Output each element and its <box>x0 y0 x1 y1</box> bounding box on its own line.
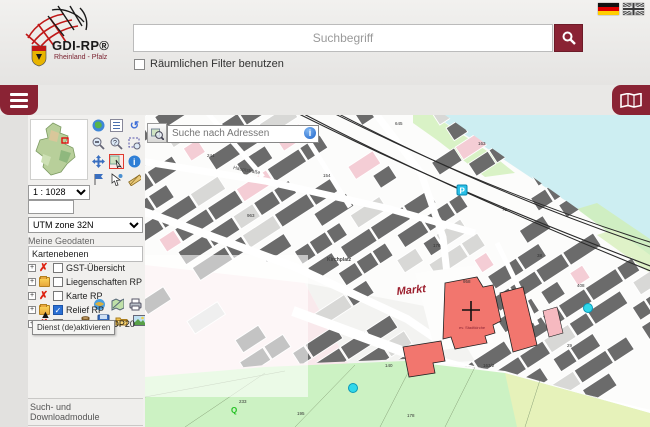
svg-text:?: ? <box>113 140 117 147</box>
service-folder-icon[interactable] <box>39 277 50 287</box>
german-flag-icon[interactable] <box>598 3 619 15</box>
svg-text:i: i <box>133 157 136 167</box>
street-label-kirchplatz: Kirchplatz <box>327 257 352 263</box>
svg-text:38: 38 <box>537 253 543 258</box>
layer-checkbox[interactable]: ✓ <box>53 305 63 315</box>
zoom-out-icon[interactable] <box>91 136 106 151</box>
hamburger-menu-button[interactable] <box>0 85 38 115</box>
church-label: ev. Stadtkirche <box>459 325 486 330</box>
hamburger-icon <box>10 93 28 96</box>
service-inactive-icon[interactable] <box>39 291 50 301</box>
scale-row: 1 : 1028 <box>28 182 90 200</box>
expand-icon[interactable]: + <box>28 278 36 286</box>
svg-text:163/2: 163/2 <box>483 363 495 368</box>
map-book-icon <box>620 93 642 108</box>
address-search-input[interactable] <box>167 125 319 143</box>
info-icon[interactable]: i <box>127 154 142 169</box>
layer-label: Relief RP <box>66 305 104 315</box>
scale-select[interactable]: 1 : 1028 <box>28 185 90 200</box>
faded-extent-overlay <box>145 255 308 397</box>
poi-marker[interactable] <box>584 304 593 313</box>
svg-text:958: 958 <box>463 279 471 284</box>
feature-info-pointer-icon[interactable] <box>109 154 124 169</box>
svg-text:195: 195 <box>297 411 305 416</box>
english-flag-icon[interactable] <box>623 3 644 15</box>
logo-subtitle: Rheinland - Pfalz <box>54 54 107 61</box>
svg-text:408: 408 <box>577 283 585 288</box>
layer-checkbox[interactable] <box>53 263 63 273</box>
zoom-help-icon[interactable]: ? <box>109 136 124 151</box>
expand-icon[interactable]: + <box>28 306 36 314</box>
layer-checkbox[interactable] <box>53 277 63 287</box>
layer-checkbox[interactable] <box>53 291 63 301</box>
svg-text:244: 244 <box>207 153 215 158</box>
coat-of-arms <box>32 46 46 66</box>
select-arrow-icon[interactable] <box>109 172 124 187</box>
poi-marker[interactable] <box>349 384 358 393</box>
svg-text:176: 176 <box>433 243 441 248</box>
flag-marker-icon[interactable] <box>91 172 106 187</box>
address-search-bar: i <box>147 123 319 143</box>
global-search <box>133 24 553 52</box>
download-modules-label[interactable]: Such- und Downloadmodule <box>28 398 143 426</box>
layer-row-liegenschaften[interactable]: + Liegenschaften RP <box>28 275 145 289</box>
service-inactive-icon[interactable] <box>39 263 50 273</box>
expand-icon[interactable]: + <box>28 292 36 300</box>
map-viewport[interactable]: ev. Stadtkirche Markt Hauptstraße Kirchp… <box>145 115 650 427</box>
layer-label: Liegenschaften RP <box>66 277 142 287</box>
projection-select[interactable]: UTM zone 32N <box>28 217 143 233</box>
zoom-box-icon[interactable] <box>127 136 142 151</box>
my-geodata-label: Meine Geodaten <box>28 236 95 246</box>
svg-text:178: 178 <box>407 413 415 418</box>
coordinate-input[interactable] <box>28 200 74 214</box>
map-panel-tab[interactable] <box>612 85 650 115</box>
spatial-filter-row: Räumlichen Filter benutzen <box>134 58 284 70</box>
svg-text:163: 163 <box>478 141 486 146</box>
cadastral-map: ev. Stadtkirche Markt Hauptstraße Kirchp… <box>145 115 650 427</box>
gdi-rp-logo: GDI-RP® Rheinland - Pfalz <box>14 4 129 82</box>
layer-row-karte[interactable]: + Karte RP <box>28 289 145 303</box>
left-sidebar: ↺ ? i 1 : 1028 <box>0 115 145 427</box>
history-back-icon[interactable]: ↺ <box>127 118 142 133</box>
address-search-button[interactable] <box>147 123 167 143</box>
svg-text:154: 154 <box>323 173 331 178</box>
svg-text:P: P <box>460 187 466 196</box>
svg-text:140: 140 <box>385 363 393 368</box>
spatial-filter-checkbox[interactable] <box>134 59 145 70</box>
spatial-filter-label: Räumlichen Filter benutzen <box>150 58 284 70</box>
logo-title: GDI-RP® <box>52 38 109 53</box>
svg-text:29: 29 <box>567 343 573 348</box>
zoom-full-extent-icon[interactable] <box>91 118 106 133</box>
language-switch <box>598 3 644 15</box>
search-button[interactable] <box>554 24 583 52</box>
measure-ruler-icon[interactable] <box>127 172 142 187</box>
overview-map[interactable] <box>30 119 88 180</box>
legend-icon[interactable] <box>109 118 124 133</box>
app-header: GDI-RP® Rheinland - Pfalz Räumlichen Fil… <box>0 0 650 85</box>
layer-label: GST-Übersicht <box>66 263 125 273</box>
svg-text:963: 963 <box>247 213 255 218</box>
parking-marker[interactable]: P <box>457 185 467 196</box>
q-marker-label: Q <box>231 406 237 415</box>
svg-text:233: 233 <box>239 399 247 404</box>
expand-icon[interactable]: + <box>28 264 36 272</box>
layer-tooltip: Dienst (de)aktivieren <box>32 320 115 335</box>
search-input[interactable] <box>133 24 553 52</box>
svg-text:645: 645 <box>395 121 403 126</box>
sidebar-edge-strip <box>0 115 28 427</box>
layer-label: Karte RP <box>66 291 103 301</box>
svg-text:75: 75 <box>502 207 508 212</box>
layers-header[interactable]: Kartenebenen <box>28 246 143 262</box>
layer-row-gst[interactable]: + GST-Übersicht <box>28 261 145 275</box>
search-icon <box>562 31 576 45</box>
pan-icon[interactable] <box>91 154 106 169</box>
